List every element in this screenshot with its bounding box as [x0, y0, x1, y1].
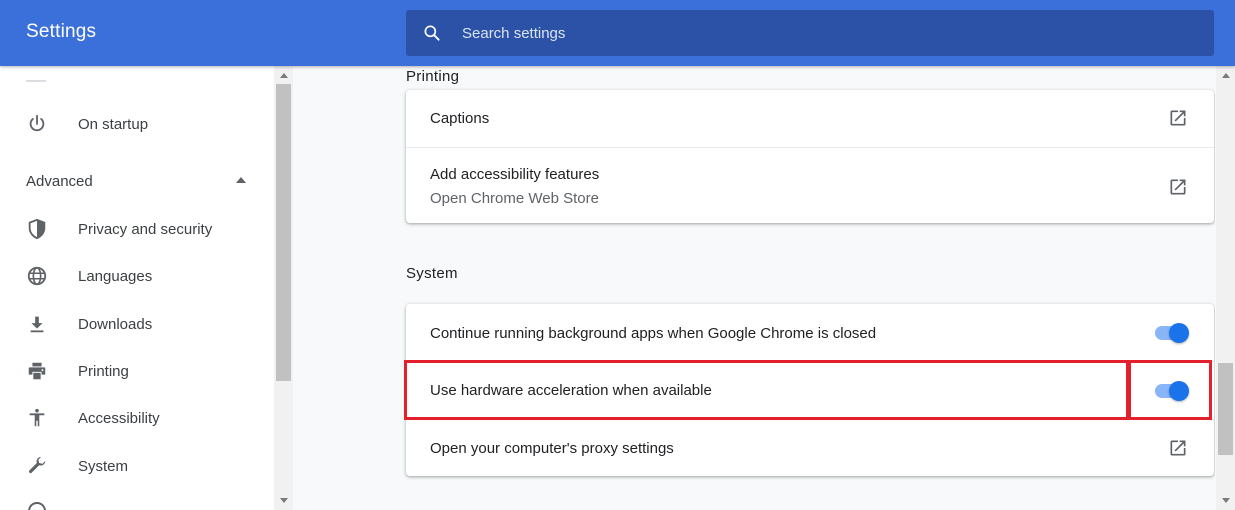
background-apps-label: Continue running background apps when Go…: [430, 325, 877, 342]
sidebar-item-on-startup[interactable]: On startup: [0, 104, 276, 144]
proxy-settings-row[interactable]: Open your computer's proxy settings: [406, 419, 1214, 476]
toggle-knob: [1169, 381, 1189, 401]
sidebar-item-privacy-and-security[interactable]: Privacy and security: [0, 209, 276, 249]
section-title-printing: Printing: [406, 68, 460, 85]
search-input[interactable]: [460, 10, 1200, 56]
search-box[interactable]: [406, 10, 1214, 56]
globe-icon: [26, 265, 48, 287]
open-web-store-sublabel: Open Chrome Web Store: [430, 190, 599, 207]
sidebar-item-label: System: [78, 457, 129, 475]
main-content: Printing Captions Add accessibility feat…: [293, 66, 1215, 510]
sidebar-item-label: Downloads: [78, 315, 153, 333]
sidebar-scroll-thumb[interactable]: [276, 84, 291, 381]
sidebar: On startup Advanced Privacy and security…: [0, 66, 276, 510]
sidebar-item-label: Printing: [78, 362, 129, 380]
open-in-new-icon[interactable]: [1168, 177, 1188, 197]
background-apps-toggle[interactable]: [1153, 323, 1189, 343]
captions-row[interactable]: Captions: [406, 90, 1214, 147]
accessibility-card: Captions Add accessibility features Open…: [406, 90, 1214, 223]
background-apps-row[interactable]: Continue running background apps when Go…: [406, 304, 1214, 361]
system-card: Continue running background apps when Go…: [406, 304, 1214, 476]
top-bar: Settings: [0, 0, 1235, 66]
hardware-acceleration-label: Use hardware acceleration when available: [430, 382, 712, 399]
printer-icon: [26, 360, 48, 382]
main-scroll-thumb[interactable]: [1218, 363, 1233, 455]
power-icon: [26, 113, 48, 135]
page-title: Settings: [26, 21, 97, 42]
add-accessibility-features-row[interactable]: Add accessibility features Open Chrome W…: [406, 147, 1214, 223]
scroll-up-arrow[interactable]: [1222, 73, 1230, 78]
sidebar-item-languages[interactable]: Languages: [0, 256, 276, 296]
sidebar-item-printing[interactable]: Printing: [0, 351, 276, 391]
sidebar-item-label: Accessibility: [78, 409, 160, 427]
sidebar-advanced-toggle[interactable]: Advanced: [0, 162, 276, 202]
open-in-new-icon[interactable]: [1168, 108, 1188, 128]
advanced-label: Advanced: [26, 173, 93, 190]
shield-icon: [26, 218, 48, 240]
hardware-acceleration-row[interactable]: Use hardware acceleration when available: [406, 361, 1214, 419]
open-in-new-icon[interactable]: [1168, 438, 1188, 458]
accessibility-icon: [26, 407, 48, 429]
scroll-up-arrow[interactable]: [280, 73, 288, 78]
arrow-up-icon: [236, 177, 246, 183]
hardware-acceleration-toggle[interactable]: [1153, 381, 1189, 401]
sidebar-item-accessibility[interactable]: Accessibility: [0, 398, 276, 438]
sidebar-item-downloads[interactable]: Downloads: [0, 304, 276, 344]
sidebar-item-label: Privacy and security: [78, 220, 213, 238]
section-title-system: System: [406, 265, 458, 282]
add-accessibility-label: Add accessibility features: [430, 166, 600, 183]
proxy-settings-label: Open your computer's proxy settings: [430, 440, 674, 457]
sidebar-scrollbar[interactable]: [274, 66, 293, 510]
sidebar-next-item-icon: [28, 502, 46, 510]
sidebar-partial-item: [26, 80, 46, 82]
scroll-down-arrow[interactable]: [280, 498, 288, 503]
toggle-knob: [1169, 323, 1189, 343]
download-icon: [26, 313, 48, 335]
search-icon[interactable]: [422, 23, 442, 43]
sidebar-item-label: Languages: [78, 267, 153, 285]
sidebar-item-label: On startup: [78, 115, 149, 133]
scroll-down-arrow[interactable]: [1222, 498, 1230, 503]
main-scrollbar[interactable]: [1216, 66, 1235, 510]
wrench-icon: [26, 455, 48, 477]
sidebar-item-system[interactable]: System: [0, 446, 276, 486]
captions-label: Captions: [430, 110, 490, 127]
